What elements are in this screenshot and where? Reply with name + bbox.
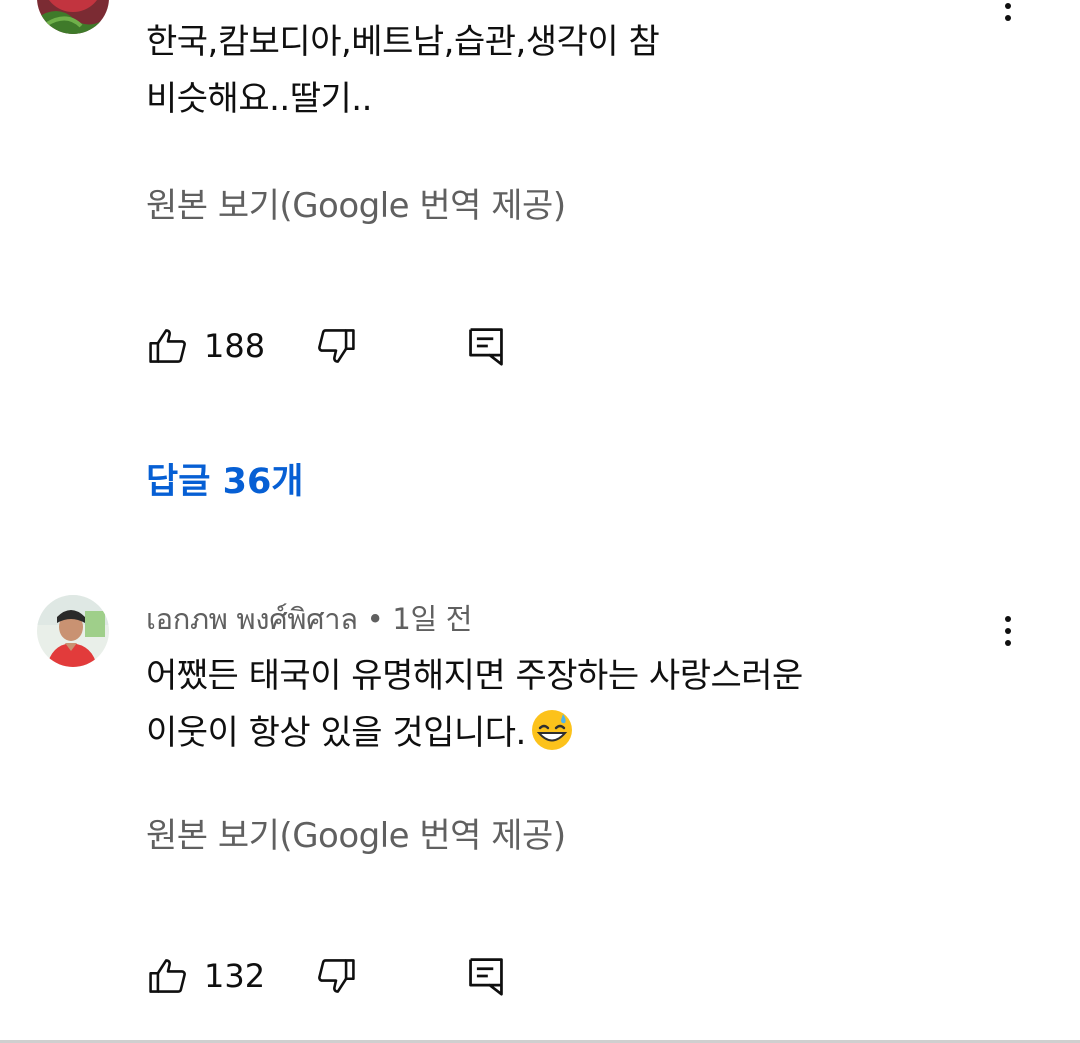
reply-icon <box>469 958 503 996</box>
like-count: 132 <box>204 957 266 995</box>
reply-button[interactable] <box>466 322 514 370</box>
comment-text-line: 비슷해요..딸기.. <box>146 79 372 119</box>
reply-button[interactable] <box>466 952 514 1000</box>
see-original-link[interactable]: 원본 보기(Google 번역 제공) <box>146 178 566 227</box>
dislike-icon <box>318 329 355 363</box>
comment-actions: 132 <box>146 952 546 1000</box>
comment-text: 한국,캄보디아,베트남,습관,생각이 참 비슷해요..딸기.. <box>146 14 946 128</box>
author-name[interactable]: เอกภพ พงศ์พิศาล <box>146 602 358 636</box>
avatar[interactable] <box>37 595 109 667</box>
like-icon <box>149 959 186 993</box>
reply-icon <box>469 328 503 366</box>
grinning-face-with-sweat-icon <box>531 710 572 750</box>
like-button[interactable]: 132 <box>146 952 265 1000</box>
dislike-icon <box>318 959 355 993</box>
dislike-button[interactable] <box>314 322 362 370</box>
comment-time: 1일 전 <box>392 602 473 636</box>
comment-text: 어쨌든 태국이 유명해지면 주장하는 사랑스러운 이웃이 항상 있을 것입니다. <box>146 648 946 762</box>
more-vert-icon <box>1005 616 1011 622</box>
dislike-button[interactable] <box>314 952 362 1000</box>
more-options-button[interactable] <box>990 607 1026 655</box>
view-replies-link[interactable]: 답글 36개 <box>146 453 304 504</box>
like-button[interactable]: 188 <box>146 322 265 370</box>
meta-separator: • <box>366 602 384 636</box>
avatar[interactable] <box>37 0 109 34</box>
like-icon <box>149 329 186 363</box>
comment-text-line: 어쨌든 태국이 유명해지면 주장하는 사랑스러운 <box>146 656 803 696</box>
like-count: 188 <box>204 327 266 365</box>
comment-meta: เอกภพ พงศ์พิศาล • 1일 전 <box>146 596 473 642</box>
comment-text-line: 한국,캄보디아,베트남,습관,생각이 참 <box>146 22 660 62</box>
see-original-link[interactable]: 원본 보기(Google 번역 제공) <box>146 808 566 857</box>
comment-actions: 188 <box>146 322 546 370</box>
more-options-button[interactable] <box>990 0 1026 30</box>
comment-text-line: 이웃이 항상 있을 것입니다. <box>146 705 946 762</box>
